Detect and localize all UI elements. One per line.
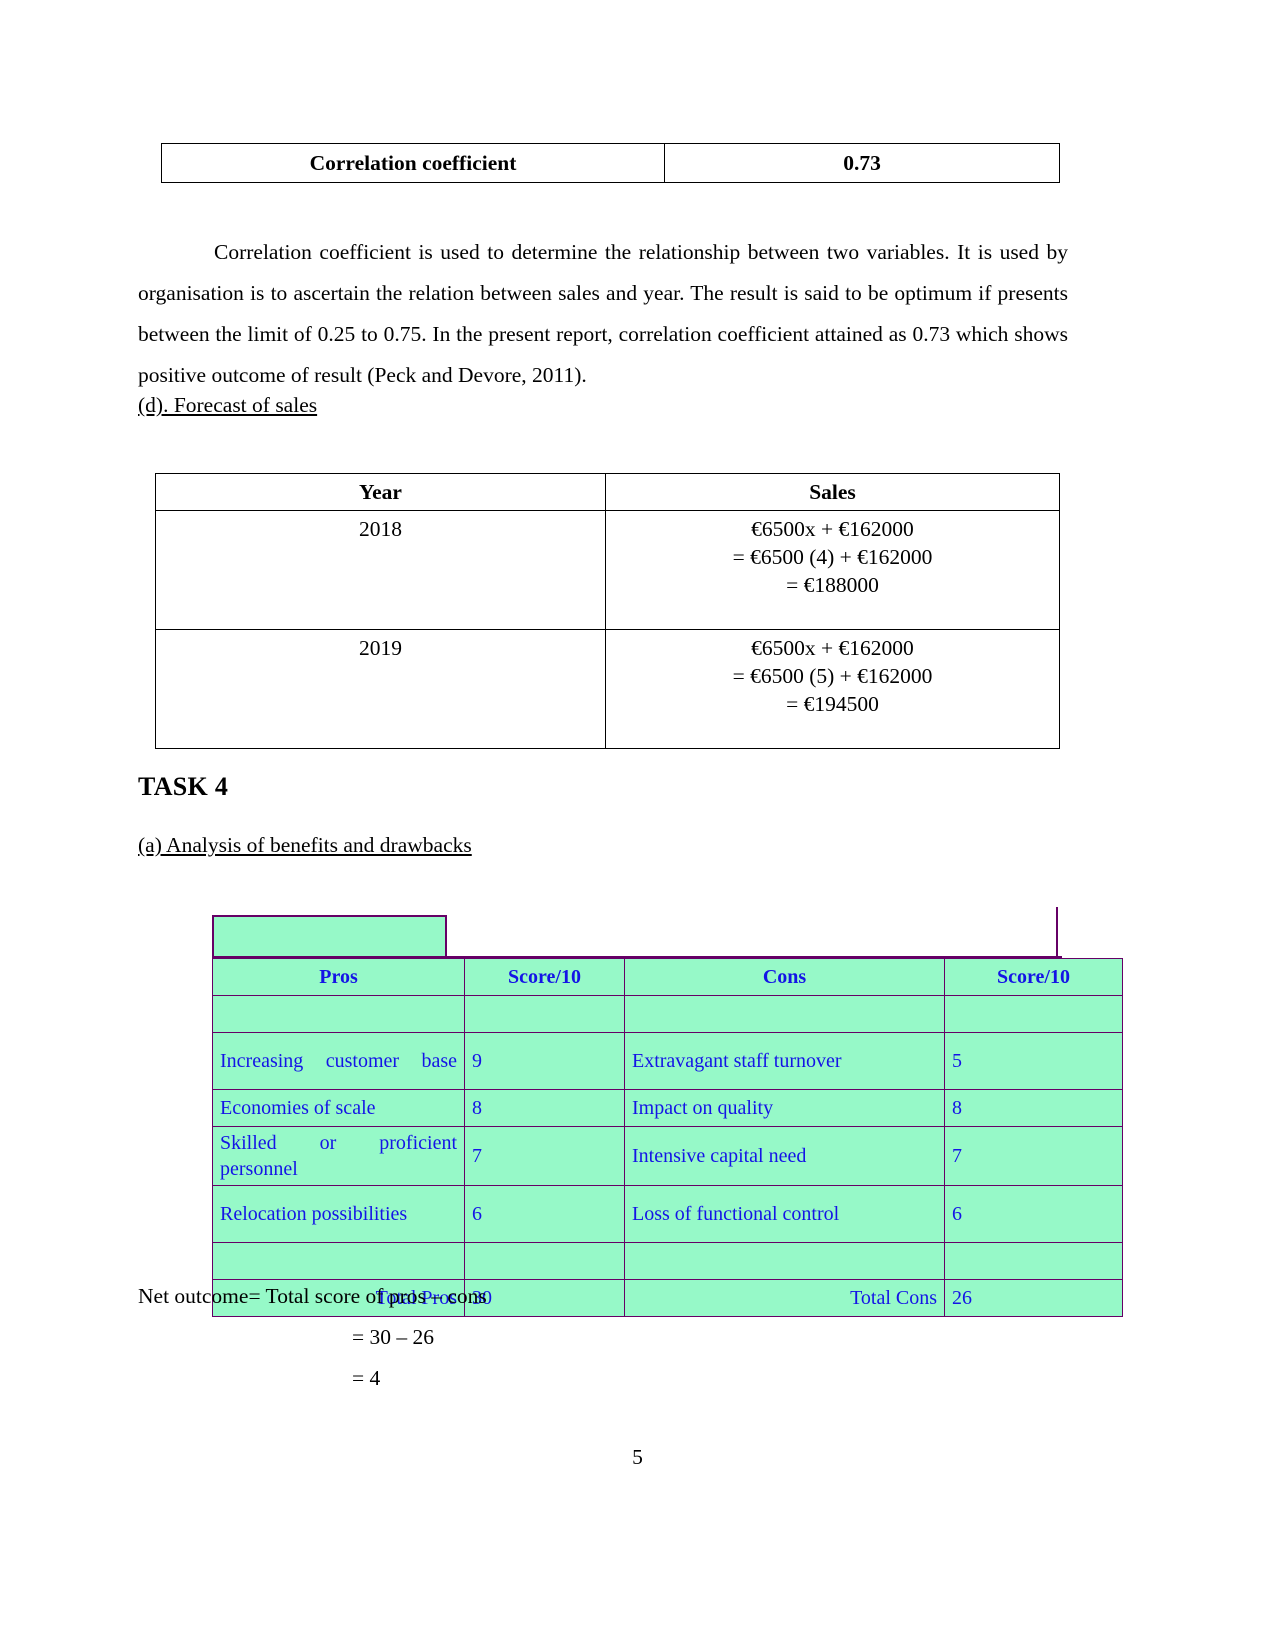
- table-header-row: Year Sales: [155, 473, 1060, 511]
- con-item: Intensive capital need: [624, 1126, 945, 1186]
- analysis-heading: (a) Analysis of benefits and drawbacks: [138, 833, 472, 857]
- col-header-year: Year: [155, 473, 606, 511]
- correlation-label: Correlation coefficient: [161, 143, 665, 183]
- spacer-cell: [624, 1242, 945, 1280]
- table-right-edge-mark: [1056, 907, 1058, 957]
- table-row: Skilled or proficient personnel 7 Intens…: [212, 1126, 1123, 1186]
- sales-calc-line: = €6500 (4) + €162000: [732, 545, 933, 569]
- pros-cons-table: Pros Score/10 Cons Score/10 Increasing c…: [212, 958, 1123, 1317]
- col-header-pros-score: Score/10: [464, 958, 625, 996]
- forecast-sales-table: Year Sales 2018 €6500x + €162000 = €6500…: [155, 473, 1060, 749]
- total-pros-value: 30: [464, 1279, 625, 1317]
- table-row: Economies of scale 8 Impact on quality 8: [212, 1089, 1123, 1127]
- forecast-heading: (d). Forecast of sales: [138, 393, 318, 417]
- table-header-row: Pros Score/10 Cons Score/10: [212, 958, 1123, 996]
- con-score: 5: [944, 1032, 1123, 1090]
- document-page: Correlation coefficient 0.73 Correlation…: [0, 0, 1275, 1650]
- pros-cons-title-cell: [212, 915, 447, 958]
- year-2018: 2018: [155, 510, 606, 630]
- col-header-cons: Cons: [624, 958, 945, 996]
- col-header-sales: Sales: [605, 473, 1060, 511]
- spacer-cell: [212, 1242, 465, 1280]
- table-row: Increasing customer base 9 Extravagant s…: [212, 1032, 1123, 1090]
- spacer-cell: [624, 995, 945, 1033]
- table-row: 2018 €6500x + €162000 = €6500 (4) + €162…: [155, 510, 1060, 630]
- sales-calc-line: €6500x + €162000: [751, 636, 914, 660]
- con-item: Impact on quality: [624, 1089, 945, 1127]
- table-row: Correlation coefficient 0.73: [161, 143, 1060, 183]
- pro-score: 9: [464, 1032, 625, 1090]
- sales-calc-line: = €188000: [786, 573, 879, 597]
- spacer-cell: [944, 1242, 1123, 1280]
- total-cons-value: 26: [944, 1279, 1123, 1317]
- sales-calc-line: = €6500 (5) + €162000: [732, 664, 933, 688]
- pro-item: Increasing customer base: [212, 1032, 465, 1090]
- con-item: Extravagant staff turnover: [624, 1032, 945, 1090]
- pro-item: Relocation possibilities: [212, 1185, 465, 1243]
- con-score: 6: [944, 1185, 1123, 1243]
- total-cons-label: Total Cons: [624, 1279, 945, 1317]
- pro-item: Economies of scale: [212, 1089, 465, 1127]
- table-top-rule: [212, 956, 1062, 958]
- spacer-cell: [464, 995, 625, 1033]
- con-score: 8: [944, 1089, 1123, 1127]
- con-score: 7: [944, 1126, 1123, 1186]
- sales-calc-line: = €194500: [786, 692, 879, 716]
- net-outcome-line-1: Net outcome= Total score of pros – cons: [138, 1284, 487, 1308]
- correlation-value: 0.73: [664, 143, 1060, 183]
- table-row: Relocation possibilities 6 Loss of funct…: [212, 1185, 1123, 1243]
- correlation-coefficient-table: Correlation coefficient 0.73: [161, 143, 1060, 183]
- sales-2018: €6500x + €162000 = €6500 (4) + €162000 =…: [605, 510, 1060, 630]
- pro-score: 8: [464, 1089, 625, 1127]
- pro-score: 7: [464, 1126, 625, 1186]
- sales-2019: €6500x + €162000 = €6500 (5) + €162000 =…: [605, 629, 1060, 749]
- spacer-cell: [944, 995, 1123, 1033]
- year-2019: 2019: [155, 629, 606, 749]
- correlation-paragraph: Correlation coefficient is used to deter…: [138, 239, 1068, 387]
- net-outcome-line-3: = 4: [352, 1366, 381, 1390]
- page-number: 5: [632, 1445, 643, 1469]
- col-header-cons-score: Score/10: [944, 958, 1123, 996]
- col-header-pros: Pros: [212, 958, 465, 996]
- table-spacer-row: [212, 995, 1123, 1033]
- pro-score: 6: [464, 1185, 625, 1243]
- net-outcome-line-2: = 30 – 26: [352, 1325, 435, 1349]
- task4-heading: TASK 4: [138, 772, 229, 801]
- pros-cons-title-row: [212, 907, 1062, 958]
- pros-cons-table-wrapper: Pros Score/10 Cons Score/10 Increasing c…: [212, 907, 1123, 1317]
- table-row: 2019 €6500x + €162000 = €6500 (5) + €162…: [155, 629, 1060, 749]
- pro-item: Skilled or proficient personnel: [212, 1126, 465, 1186]
- con-item: Loss of functional control: [624, 1185, 945, 1243]
- spacer-cell: [212, 995, 465, 1033]
- table-spacer-row: [212, 1242, 1123, 1280]
- spacer-cell: [464, 1242, 625, 1280]
- sales-calc-line: €6500x + €162000: [751, 517, 914, 541]
